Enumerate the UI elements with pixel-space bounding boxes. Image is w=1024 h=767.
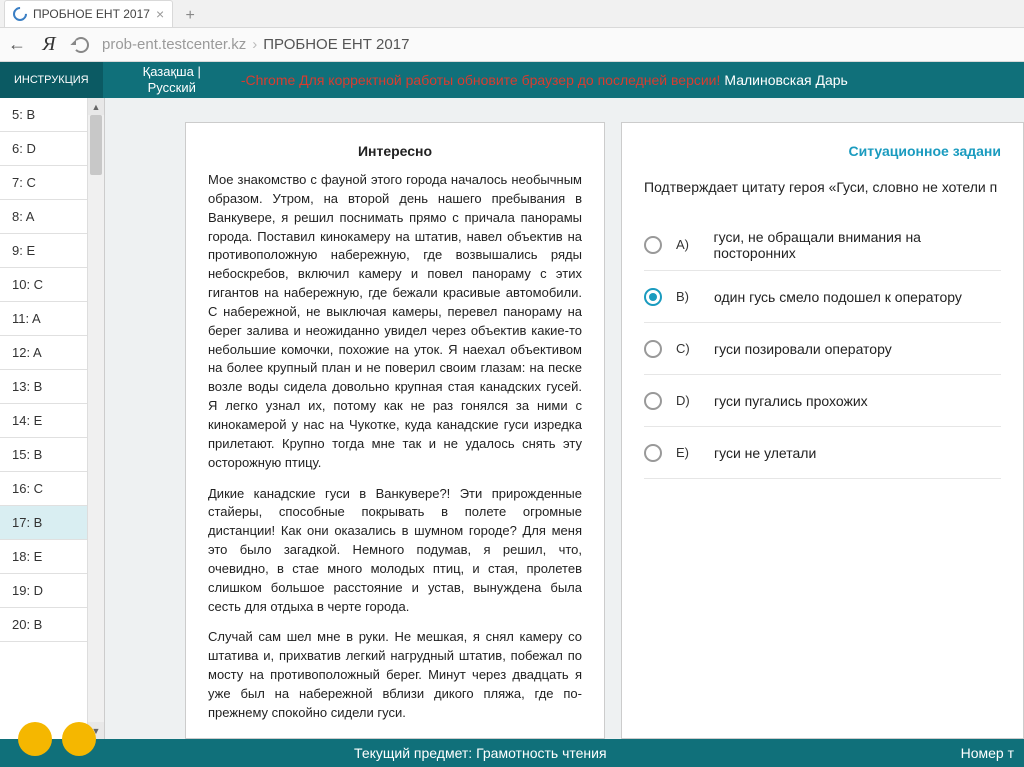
option-letter: A) xyxy=(676,237,700,252)
url-field[interactable]: prob-ent.testcenter.kz › ПРОБНОЕ ЕНТ 201… xyxy=(102,36,1018,53)
option-row[interactable]: A) гуси, не обращали внимания на посторон… xyxy=(644,219,1001,271)
tab-favicon-icon xyxy=(10,4,30,24)
reading-paragraph: Дикие канадские гуси в Ванкувере?! Эти п… xyxy=(208,485,582,617)
option-row[interactable]: D) гуси пугались прохожих xyxy=(644,375,1001,427)
scroll-up-icon[interactable]: ▲ xyxy=(88,98,104,115)
lang-russian[interactable]: Русский xyxy=(143,80,201,96)
browser-tab[interactable]: ПРОБНОЕ ЕНТ 2017 × xyxy=(4,0,173,27)
browser-tab-bar: ПРОБНОЕ ЕНТ 2017 × + xyxy=(0,0,1024,28)
option-text: гуси не улетали xyxy=(714,445,816,461)
option-row[interactable]: E) гуси не улетали xyxy=(644,427,1001,479)
user-name: Малиновская Дарь xyxy=(724,72,847,88)
footer-button-1[interactable] xyxy=(18,722,52,756)
reload-icon xyxy=(73,37,89,53)
option-text: один гусь смело подошел к оператору xyxy=(714,289,962,305)
option-row[interactable]: B) один гусь смело подошел к оператору xyxy=(644,271,1001,323)
section-title: Ситуационное задани xyxy=(644,143,1001,159)
reload-button[interactable] xyxy=(70,34,92,56)
answer-item[interactable]: 15: B xyxy=(0,438,87,472)
task-number-label: Номер т xyxy=(961,745,1024,761)
browser-warning: -Chrome Для корректной работы обновите б… xyxy=(241,72,721,88)
close-icon[interactable]: × xyxy=(156,6,164,22)
main-area: Интересно Мое знакомство с фауной этого … xyxy=(105,98,1024,739)
breadcrumb-separator: › xyxy=(252,36,257,53)
tab-title: ПРОБНОЕ ЕНТ 2017 xyxy=(33,7,150,21)
question-text: Подтверждает цитату героя «Гуси, словно … xyxy=(644,179,1001,195)
reading-panel: Интересно Мое знакомство с фауной этого … xyxy=(185,122,605,739)
url-host: prob-ent.testcenter.kz xyxy=(102,36,246,53)
answer-item[interactable]: 13: B xyxy=(0,370,87,404)
address-bar: ← Я prob-ent.testcenter.kz › ПРОБНОЕ ЕНТ… xyxy=(0,28,1024,62)
radio-icon[interactable] xyxy=(644,340,662,358)
url-path: ПРОБНОЕ ЕНТ 2017 xyxy=(263,36,409,53)
answer-item[interactable]: 17: B xyxy=(0,506,87,540)
radio-icon[interactable] xyxy=(644,236,662,254)
answer-item[interactable]: 11: A xyxy=(0,302,87,336)
app-header: ИНСТРУКЦИЯ Қазақша | Русский -Chrome Для… xyxy=(0,62,1024,98)
radio-icon[interactable] xyxy=(644,444,662,462)
scroll-thumb[interactable] xyxy=(90,115,102,175)
answer-item[interactable]: 19: D xyxy=(0,574,87,608)
answers-list[interactable]: 5: B6: D7: C8: A9: E10: C11: A12: A13: B… xyxy=(0,98,87,739)
option-row[interactable]: C) гуси позировали оператору xyxy=(644,323,1001,375)
back-button[interactable]: ← xyxy=(6,34,28,56)
reading-title: Интересно xyxy=(208,143,582,159)
answer-item[interactable]: 10: C xyxy=(0,268,87,302)
option-letter: C) xyxy=(676,341,700,356)
option-letter: D) xyxy=(676,393,700,408)
option-text: гуси пугались прохожих xyxy=(714,393,868,409)
answer-item[interactable]: 14: E xyxy=(0,404,87,438)
answer-item[interactable]: 9: E xyxy=(0,234,87,268)
radio-icon[interactable] xyxy=(644,288,662,306)
footer-bar: Текущий предмет: Грамотность чтения Номе… xyxy=(0,739,1024,767)
reading-paragraph: Мое знакомство с фауной этого города нач… xyxy=(208,171,582,473)
answer-item[interactable]: 12: A xyxy=(0,336,87,370)
answer-item[interactable]: 18: E xyxy=(0,540,87,574)
footer-button-2[interactable] xyxy=(62,722,96,756)
answer-item[interactable]: 16: C xyxy=(0,472,87,506)
answer-item[interactable]: 6: D xyxy=(0,132,87,166)
option-text: гуси позировали оператору xyxy=(714,341,892,357)
option-letter: B) xyxy=(676,289,700,304)
content-area: 5: B6: D7: C8: A9: E10: C11: A12: A13: B… xyxy=(0,98,1024,739)
answers-sidebar: 5: B6: D7: C8: A9: E10: C11: A12: A13: B… xyxy=(0,98,105,739)
language-switch[interactable]: Қазақша | Русский xyxy=(103,64,241,95)
radio-icon[interactable] xyxy=(644,392,662,410)
answer-item[interactable]: 7: C xyxy=(0,166,87,200)
answer-item[interactable]: 20: B xyxy=(0,608,87,642)
scrollbar[interactable]: ▲ ▼ xyxy=(87,98,104,739)
lang-kazakh[interactable]: Қазақша | xyxy=(143,64,201,80)
question-panel: Ситуационное задани Подтверждает цитату … xyxy=(621,122,1024,739)
instruction-button[interactable]: ИНСТРУКЦИЯ xyxy=(0,62,103,98)
option-letter: E) xyxy=(676,445,700,460)
option-text: гуси, не обращали внимания на посторонни… xyxy=(714,229,1002,261)
answer-item[interactable]: 5: B xyxy=(0,98,87,132)
yandex-icon[interactable]: Я xyxy=(38,34,60,56)
reading-paragraph: Случай сам шел мне в руки. Не мешкая, я … xyxy=(208,628,582,722)
options-list: A) гуси, не обращали внимания на посторон… xyxy=(644,219,1001,479)
answer-item[interactable]: 8: A xyxy=(0,200,87,234)
new-tab-button[interactable]: + xyxy=(177,5,203,27)
current-subject: Текущий предмет: Грамотность чтения xyxy=(0,745,961,761)
